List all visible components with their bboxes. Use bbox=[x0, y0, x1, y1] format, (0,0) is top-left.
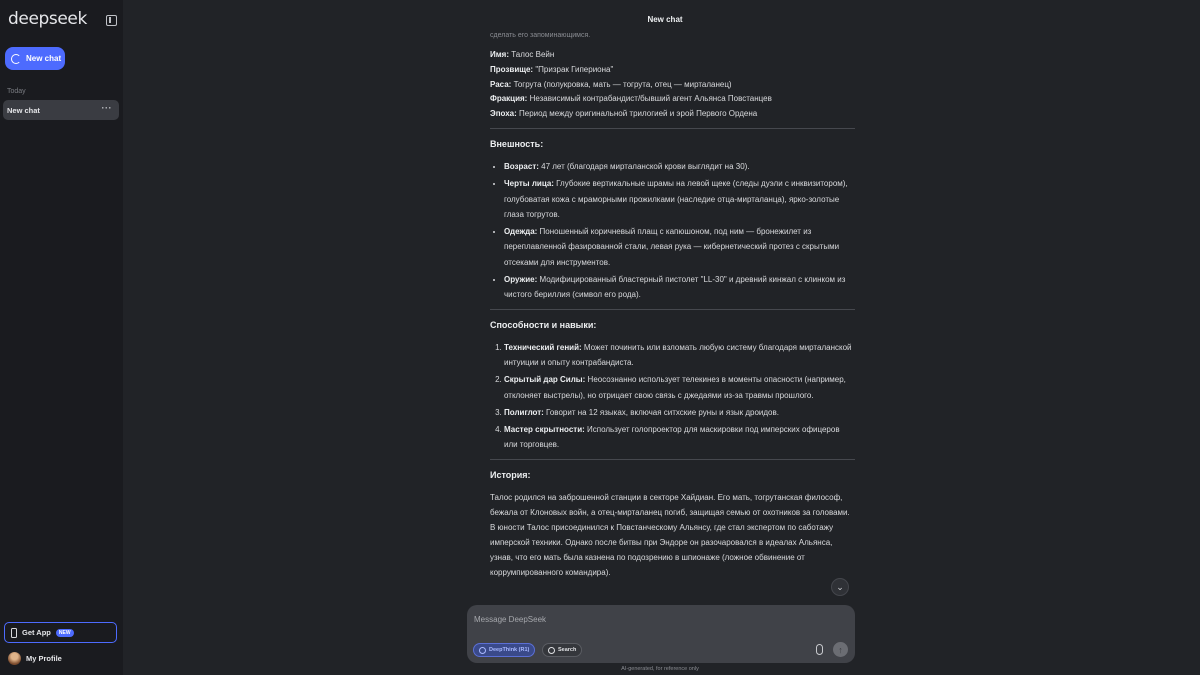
divider bbox=[490, 458, 855, 460]
avatar bbox=[8, 652, 21, 665]
disclaimer-text: AI-generated, for reference only bbox=[621, 666, 699, 672]
list-item: Черты лица: Глубокие вертикальные шрамы … bbox=[504, 176, 855, 222]
divider bbox=[490, 308, 855, 310]
get-app-label: Get App bbox=[22, 628, 51, 637]
sidebar-chat-item[interactable]: New chat ··· bbox=[3, 100, 119, 120]
chevron-down-icon[interactable]: ⌄ bbox=[831, 578, 849, 596]
appearance-heading: Внешность: bbox=[490, 138, 544, 149]
list-item: Скрытый дар Силы: Неосознанно использует… bbox=[504, 372, 855, 403]
section-today-label: Today bbox=[7, 88, 26, 95]
new-chat-label: New chat bbox=[26, 54, 62, 63]
paperclip-icon[interactable] bbox=[816, 644, 823, 655]
history-paragraph: Талос родился на заброшенной станции в с… bbox=[490, 492, 850, 577]
phone-icon bbox=[11, 627, 17, 638]
sidebar-collapse-icon[interactable] bbox=[106, 15, 117, 26]
profile-label: My Profile bbox=[26, 654, 62, 663]
search-label: Search bbox=[558, 647, 577, 653]
globe-icon bbox=[548, 646, 555, 654]
more-options-icon[interactable]: ··· bbox=[102, 103, 113, 113]
deepthink-label: DeepThink (R1) bbox=[489, 647, 530, 653]
list-item: Технический гений: Может починить или вз… bbox=[504, 340, 855, 371]
assistant-message: сделать его запоминающимся. Имя: Талос В… bbox=[490, 30, 855, 600]
divider bbox=[490, 127, 855, 129]
info-nickname: Прозвище: "Призрак Гипериона" bbox=[490, 64, 614, 74]
info-era: Эпоха: Период между оригинальной трилоги… bbox=[490, 109, 758, 119]
skills-list: Технический гений: Может починить или вз… bbox=[490, 340, 855, 453]
new-badge: NEW bbox=[55, 628, 74, 637]
search-toggle[interactable]: Search bbox=[542, 643, 583, 657]
atom-icon bbox=[479, 646, 486, 654]
sidebar: deepseek New chat Today New chat ··· Get… bbox=[0, 0, 123, 675]
chat-item-label: New chat bbox=[7, 105, 40, 115]
send-button[interactable]: ↑ bbox=[833, 642, 848, 657]
faded-text: сделать его запоминающимся. bbox=[490, 32, 591, 39]
info-race: Раса: Тогрута (полукровка, мать — тогрут… bbox=[490, 79, 732, 89]
info-faction: Фракция: Независимый контрабандист/бывши… bbox=[490, 94, 772, 104]
deepseek-logo[interactable]: deepseek bbox=[8, 9, 87, 29]
new-chat-button[interactable]: New chat bbox=[5, 47, 65, 70]
list-item: Полиглот: Говорит на 12 языках, включая … bbox=[504, 405, 855, 420]
list-item: Мастер скрытности: Использует голопроект… bbox=[504, 422, 855, 453]
profile-button[interactable]: My Profile bbox=[8, 652, 62, 665]
history-heading: История: bbox=[490, 469, 531, 480]
list-item: Одежда: Поношенный коричневый плащ с кап… bbox=[504, 224, 855, 270]
get-app-button[interactable]: Get App NEW bbox=[4, 622, 117, 643]
list-item: Возраст: 47 лет (благодаря мирталанской … bbox=[504, 159, 855, 174]
message-composer: DeepThink (R1) Search ↑ bbox=[467, 605, 855, 663]
skills-heading: Способности и навыки: bbox=[490, 319, 597, 330]
message-input[interactable] bbox=[474, 612, 834, 626]
list-item: Оружие: Модифицированный бластерный пист… bbox=[504, 272, 855, 303]
appearance-list: Возраст: 47 лет (благодаря мирталанской … bbox=[490, 159, 855, 303]
page-title: New chat bbox=[647, 15, 683, 24]
deepthink-toggle[interactable]: DeepThink (R1) bbox=[473, 643, 536, 657]
new-chat-icon bbox=[11, 53, 21, 64]
info-name: Имя: Талос Вейн bbox=[490, 50, 555, 59]
